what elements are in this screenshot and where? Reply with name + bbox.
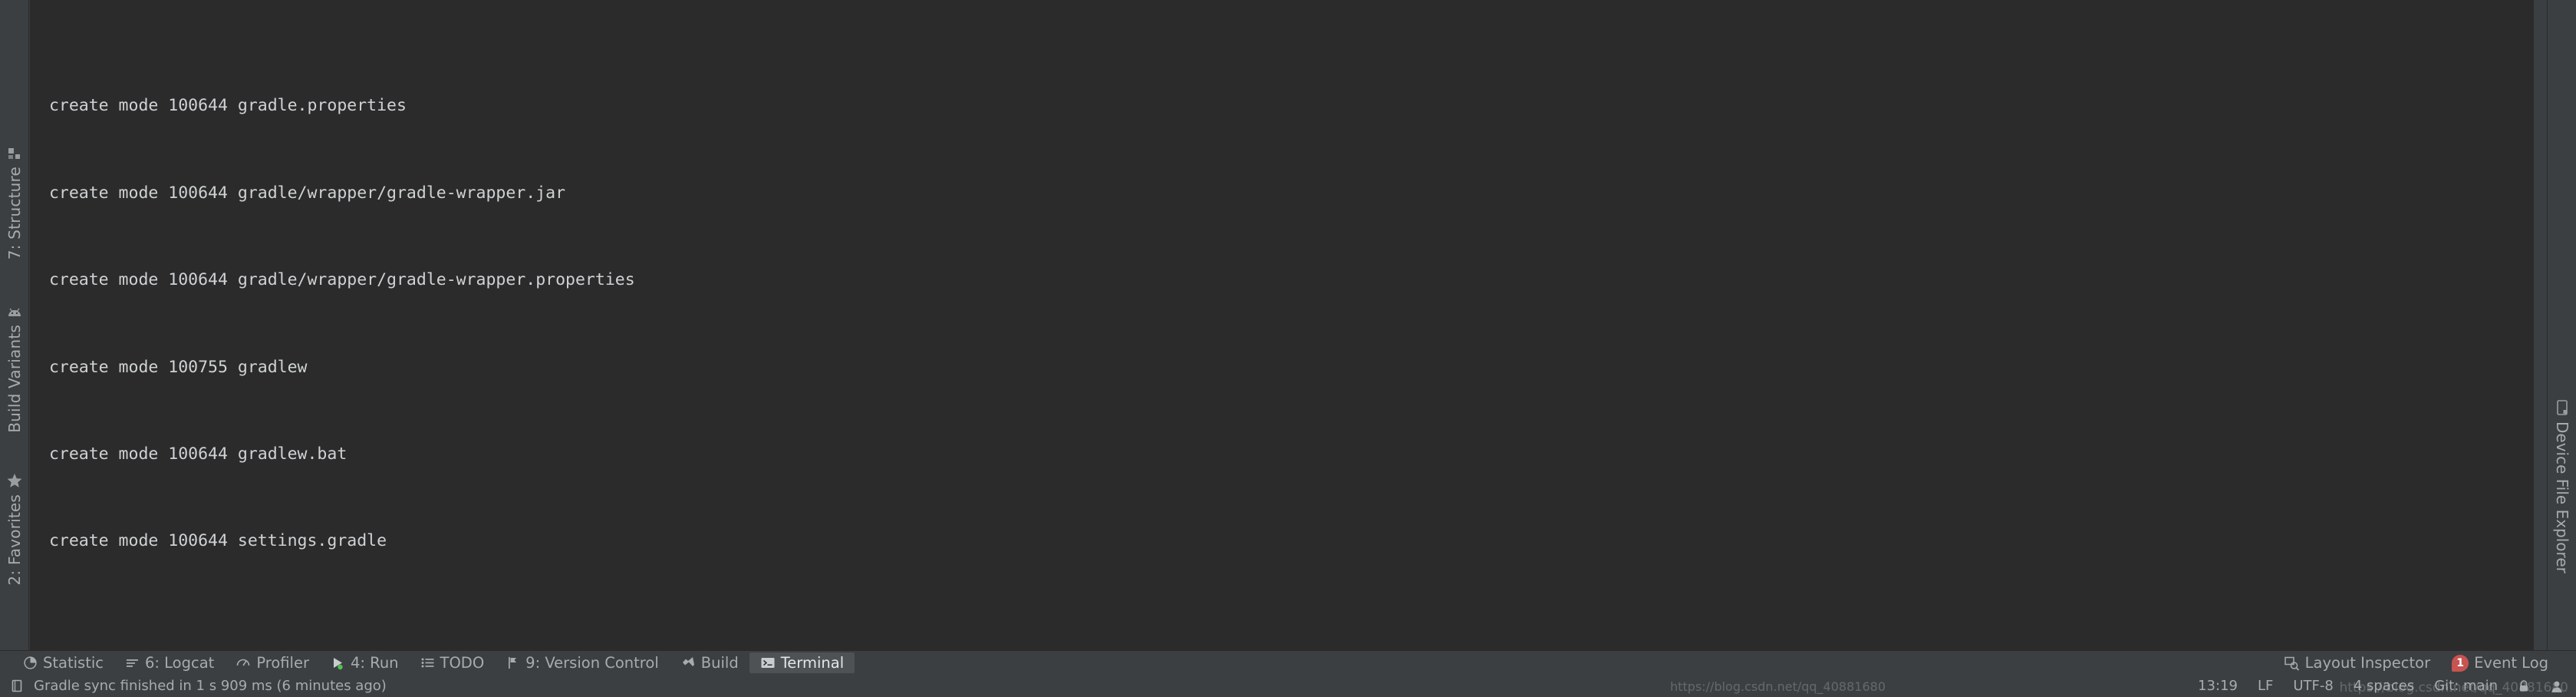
tab-bar-left-group: Statistic 6: Logcat Profiler 4: Run TODO… [0,652,855,674]
tool-window-tab-bar: Statistic 6: Logcat Profiler 4: Run TODO… [0,650,2576,675]
status-bar-right: 13:19 LF UTF-8 4 spaces Git: main [2198,678,2576,694]
terminal-line: create mode 100644 gradlew.bat [39,444,348,464]
sidebar-item-structure[interactable]: 7: Structure [0,146,29,259]
tab-layout-inspector-label: Layout Inspector [2304,653,2431,672]
tab-event-log-label: Event Log [2474,653,2548,672]
tab-statistic[interactable]: Statistic [12,652,114,674]
terminal-line: create mode 100755 gradlew [39,357,308,377]
android-icon [6,307,23,319]
logcat-icon [125,656,140,670]
hammer-icon [680,656,696,670]
tab-run[interactable]: 4: Run [320,652,410,674]
tab-bar-right-group: Layout Inspector 1 Event Log [2273,652,2576,675]
star-icon [6,472,23,489]
sync-icon [11,679,24,693]
tab-statistic-label: Statistic [43,653,104,672]
tab-version-control-label: 9: Version Control [525,653,659,672]
tab-build[interactable]: Build [670,652,749,674]
terminal-line: create mode 100644 gradle/wrapper/gradle… [39,270,635,290]
sidebar-item-device-file-explorer[interactable]: Device File Explorer [2548,399,2576,573]
status-message: Gradle sync finished in 1 s 909 ms (6 mi… [34,678,387,694]
run-icon [331,656,345,670]
sidebar-item-device-file-explorer-label: Device File Explorer [2553,421,2571,573]
device-icon [2555,399,2569,416]
structure-icon [7,146,22,161]
right-tool-strip: Device File Explorer [2547,0,2576,650]
terminal-line: create mode 100644 settings.gradle [39,531,387,551]
lock-icon[interactable] [2518,679,2530,693]
tab-run-label: 4: Run [350,653,399,672]
tab-profiler-label: Profiler [256,653,309,672]
branch-icon [506,656,520,670]
terminal-panel[interactable]: create mode 100644 gradle.properties cre… [30,0,2546,650]
pie-chart-icon [23,656,38,670]
tab-profiler[interactable]: Profiler [225,652,320,674]
status-bar-left: Gradle sync finished in 1 s 909 ms (6 mi… [0,678,387,694]
sidebar-item-favorites[interactable]: 2: Favorites [0,472,29,586]
event-log-badge: 1 [2452,654,2469,672]
terminal-output: create mode 100644 gradle.properties cre… [30,5,2546,650]
status-bar: Gradle sync finished in 1 s 909 ms (6 mi… [0,675,2576,697]
tab-terminal[interactable]: Terminal [749,652,855,674]
caret-position[interactable]: 13:19 [2198,678,2238,694]
tab-todo-label: TODO [440,653,485,672]
tab-event-log[interactable]: 1 Event Log [2441,652,2559,675]
file-encoding[interactable]: UTF-8 [2293,678,2333,694]
todo-icon [420,656,435,670]
terminal-line: create mode 100644 gradle.properties [39,96,407,116]
terminal-scrollbar[interactable] [2534,0,2546,650]
tab-logcat-label: 6: Logcat [144,653,215,672]
tab-todo[interactable]: TODO [410,652,496,674]
tab-terminal-label: Terminal [780,653,845,672]
sidebar-item-favorites-label: 2: Favorites [5,494,24,586]
android-studio-window: 7: Structure Build Variants 2: Favorites… [0,0,2576,697]
sidebar-item-build-variants[interactable]: Build Variants [0,307,29,433]
terminal-command-line: 192:Demo takeeigou$ git branch -M main [39,643,2546,650]
layout-inspector-icon [2284,656,2300,671]
tab-version-control[interactable]: 9: Version Control [495,652,670,674]
account-icon[interactable] [2550,679,2564,693]
sidebar-item-structure-label: 7: Structure [5,167,24,260]
line-separator[interactable]: LF [2258,678,2273,694]
git-branch-widget[interactable]: Git: main [2434,678,2498,694]
indent-setting[interactable]: 4 spaces [2354,678,2414,694]
profiler-icon [236,656,251,670]
terminal-line: create mode 100644 gradle/wrapper/gradle… [39,183,566,203]
tab-build-label: Build [700,653,739,672]
terminal-icon [760,656,776,670]
sidebar-item-build-variants-label: Build Variants [5,325,24,433]
tab-layout-inspector[interactable]: Layout Inspector [2273,652,2441,674]
tab-logcat[interactable]: 6: Logcat [114,652,225,674]
left-tool-strip: 7: Structure Build Variants 2: Favorites [0,0,29,650]
